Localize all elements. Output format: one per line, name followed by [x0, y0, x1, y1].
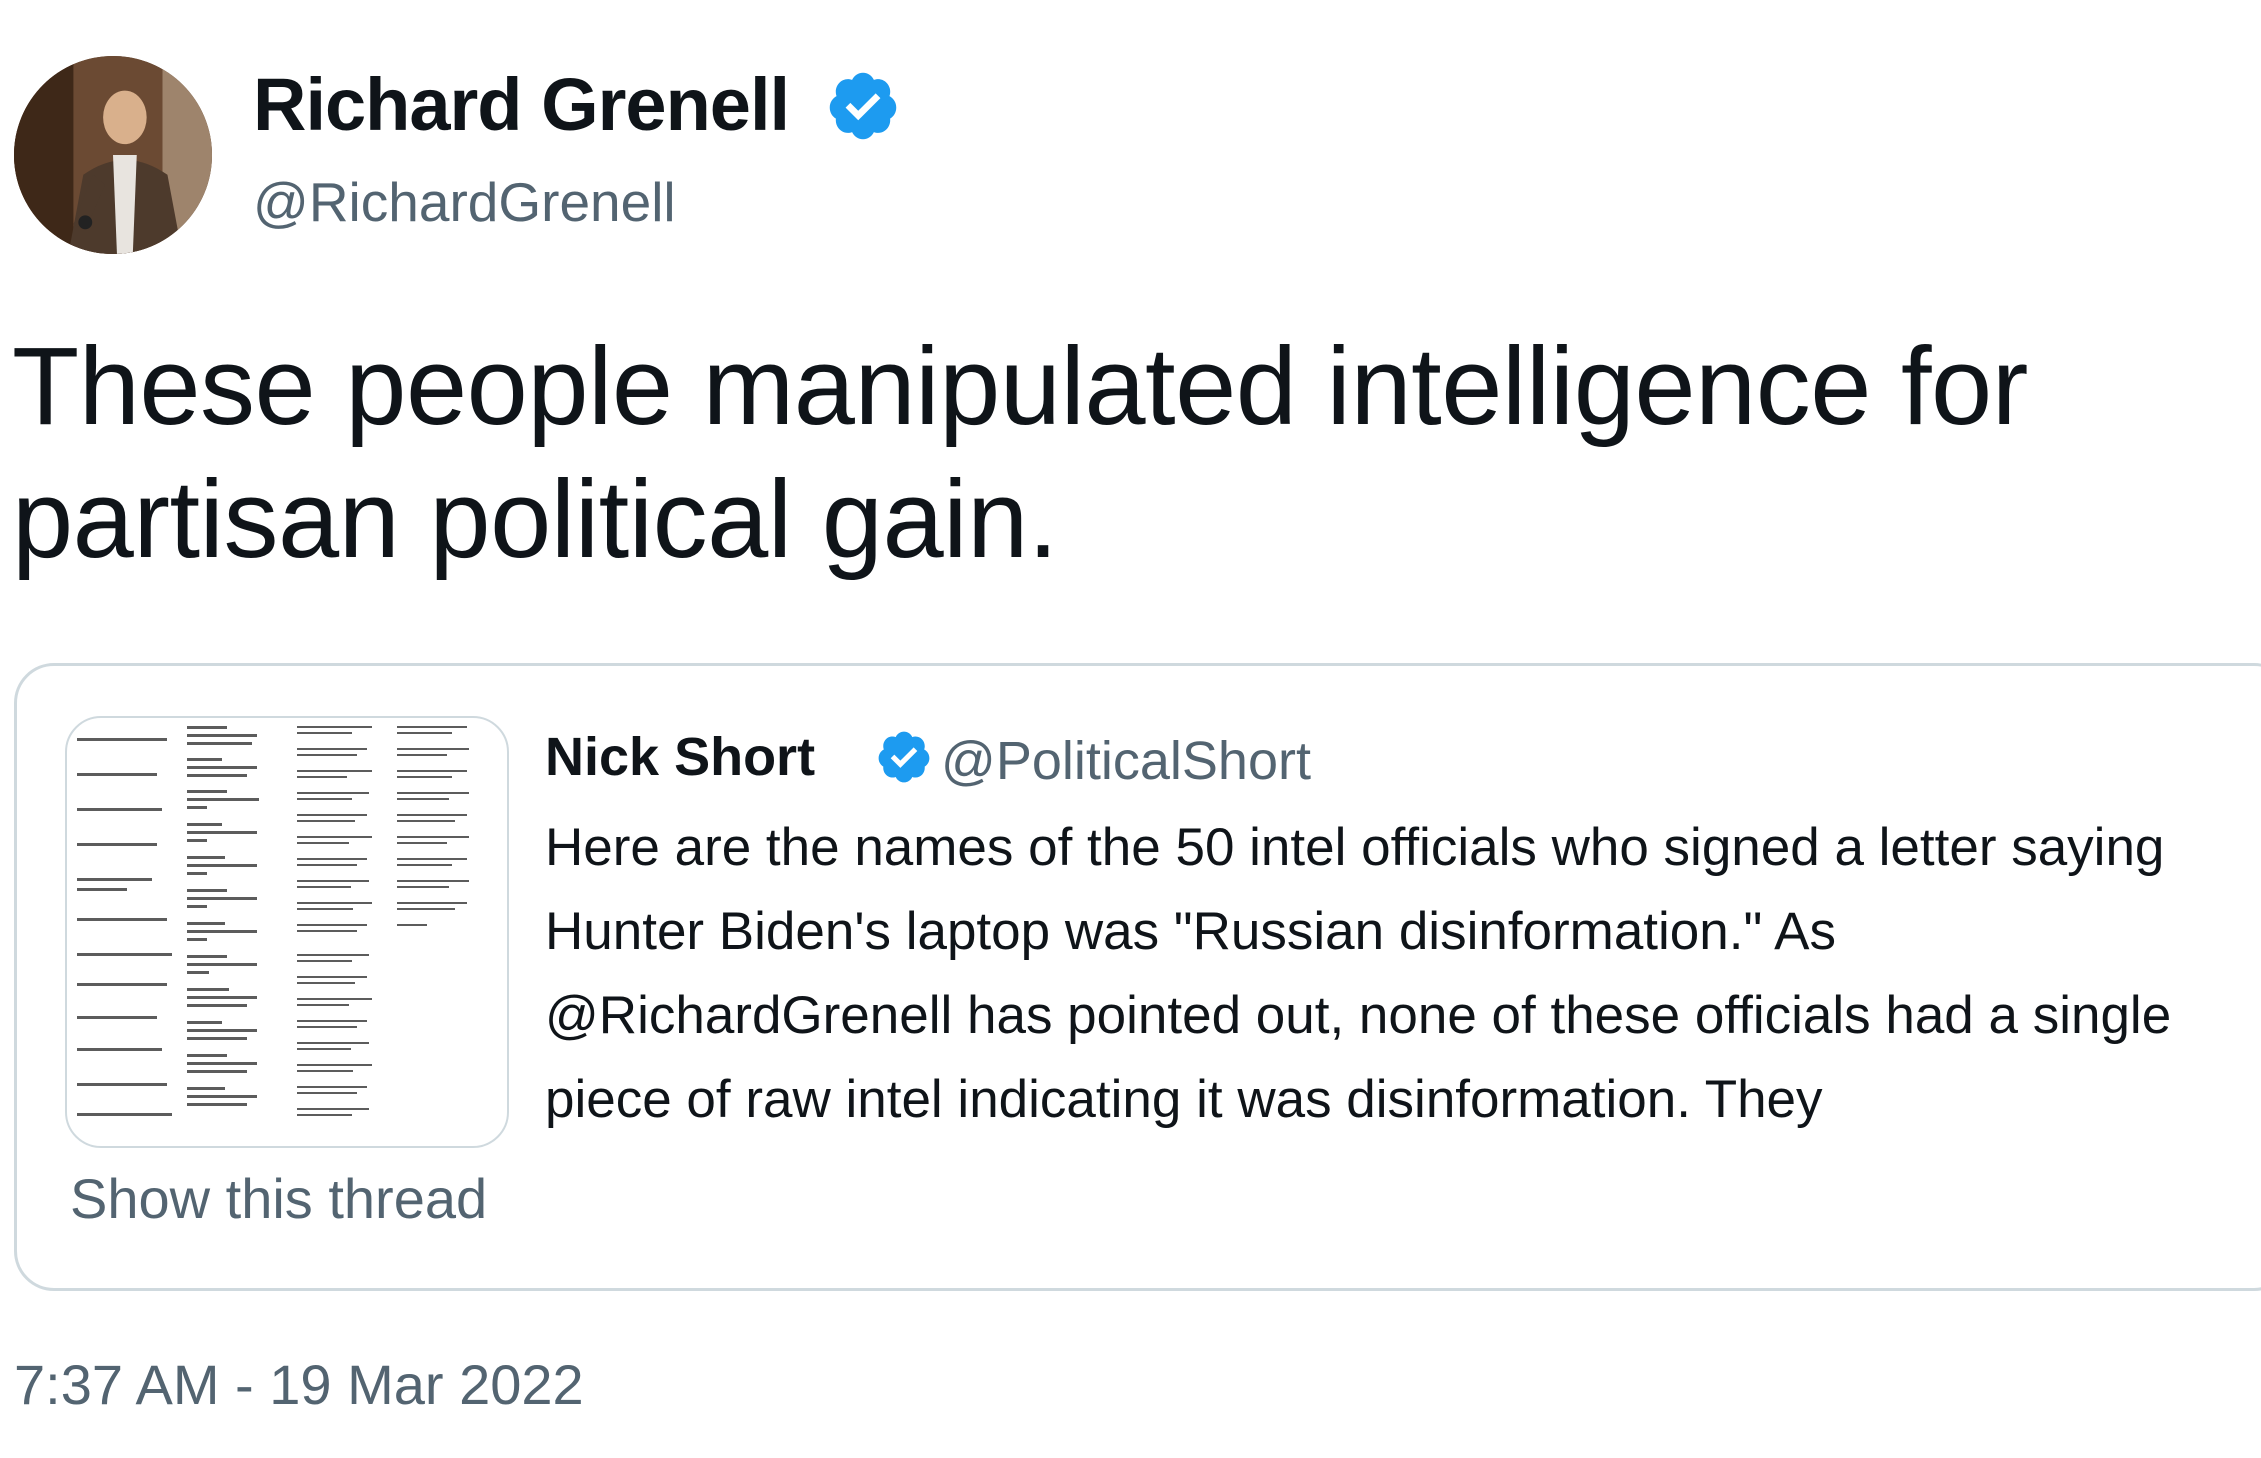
avatar-photo [14, 56, 212, 254]
author-display-name[interactable]: Richard Grenell [253, 62, 790, 147]
verified-badge-icon [829, 72, 897, 140]
show-thread-link[interactable]: Show this thread [70, 1166, 487, 1231]
document-thumbnail [77, 726, 469, 1116]
quoted-author-handle[interactable]: @PoliticalShort [941, 730, 1311, 792]
quoted-tweet-image[interactable] [65, 716, 509, 1148]
verified-badge-icon [878, 731, 930, 783]
tweet-text: These people manipulated intelligence fo… [12, 325, 2028, 581]
author-avatar[interactable] [14, 56, 212, 254]
author-handle[interactable]: @RichardGrenell [253, 170, 676, 234]
quoted-author-display-name[interactable]: Nick Short [545, 726, 815, 788]
tweet-timestamp[interactable]: 7:37 AM - 19 Mar 2022 [14, 1352, 584, 1417]
quoted-tweet-card[interactable]: Nick Short @PoliticalShort Here are the … [14, 663, 2261, 1291]
quoted-tweet-text: Here are the names of the 50 intel offic… [545, 818, 2172, 1129]
